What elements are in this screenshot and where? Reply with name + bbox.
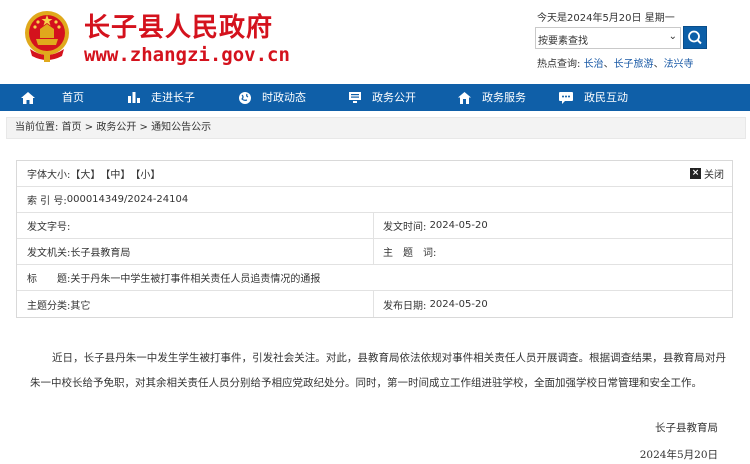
search-select-value: 按要素查找: [538, 36, 588, 47]
hot-link-changzhi[interactable]: 长治: [584, 59, 604, 70]
bar-chart-icon: [128, 92, 140, 103]
publish-date-value: 2024-05-20: [429, 298, 488, 310]
doc-time-cell: 发文时间: 2024-05-20: [373, 213, 488, 238]
site-header: 长子县人民政府 www.zhangzi.gov.cn 今天是2024年5月20日…: [0, 0, 750, 84]
breadcrumb-home[interactable]: 首页: [62, 122, 82, 133]
doc-no-row: 发文字号: 发文时间: 2024-05-20: [17, 213, 732, 239]
site-title[interactable]: 长子县人民政府: [84, 13, 273, 43]
hot-search: 热点查询: 长治、长子旅游、法兴寺: [537, 59, 694, 70]
nav-item-about[interactable]: 走进长子: [105, 84, 210, 111]
font-size-large[interactable]: 【大】: [70, 166, 100, 181]
national-emblem-icon: [25, 11, 69, 62]
title-label: 标 题:: [27, 274, 71, 285]
hot-link-faxingsi[interactable]: 法兴寺: [664, 59, 694, 70]
breadcrumb-prefix: 当前位置:: [15, 122, 59, 133]
hot-link-tourism[interactable]: 长子旅游: [614, 59, 654, 70]
font-size-control: 字体大小: 【大】 【中】 【小】: [17, 161, 160, 186]
nav-item-interaction[interactable]: 政民互动: [528, 84, 668, 111]
doc-time-value: 2024-05-20: [429, 220, 488, 231]
document-info-table: 字体大小: 【大】 【中】 【小】 × 关闭 索 引 号: 000014349/…: [16, 160, 733, 318]
nav-label-about: 走进长子: [151, 91, 195, 104]
category-row: 主题分类: 其它 发布日期: 2024-05-20: [17, 291, 732, 317]
nav-item-open-gov[interactable]: 政务公开: [315, 84, 421, 111]
chat-icon: [559, 91, 573, 104]
nav-label-services: 政务服务: [482, 91, 526, 104]
nav-label-interaction: 政民互动: [584, 91, 628, 104]
category-cell: 主题分类: 其它: [17, 291, 90, 317]
category-label: 主题分类:: [27, 300, 71, 312]
font-size-small[interactable]: 【小】: [130, 166, 160, 181]
search-icon: [688, 30, 702, 45]
doc-time-label: 发文时间:: [383, 222, 427, 233]
font-size-row: 字体大小: 【大】 【中】 【小】 × 关闭: [17, 161, 732, 187]
globe-icon: [239, 91, 251, 104]
issuer-value: 长子县教育局: [70, 248, 131, 259]
hot-search-label: 热点查询:: [537, 59, 581, 70]
title-row: 标 题: 关于丹朱一中学生被打事件相关责任人员追责情况的通报: [17, 265, 732, 291]
search-select[interactable]: 按要素查找 ⌄: [535, 27, 681, 49]
breadcrumb-separator: >: [139, 122, 148, 133]
index-cell: 索 引 号: 000014349/2024-24104: [17, 187, 188, 212]
current-date: 今天是2024年5月20日 星期一: [537, 13, 675, 24]
home-icon: [21, 91, 35, 104]
nav-label-open-gov: 政务公开: [372, 91, 416, 104]
nav-item-services[interactable]: 政务服务: [421, 84, 528, 111]
font-size-medium[interactable]: 【中】: [100, 166, 130, 181]
nav-label-home: 首页: [62, 91, 84, 104]
doc-no-label: 发文字号:: [27, 222, 71, 233]
breadcrumb-open-gov[interactable]: 政务公开: [96, 122, 136, 133]
title-cell: 标 题: 关于丹朱一中学生被打事件相关责任人员追责情况的通报: [17, 265, 320, 290]
article-date: 2024年5月20日: [639, 449, 718, 461]
article-body: 近日，长子县丹朱一中发生学生被打事件，引发社会关注。对此，县教育局依法依规对事件…: [30, 352, 726, 389]
index-label: 索 引 号:: [27, 196, 67, 207]
chevron-down-icon: ⌄: [668, 31, 677, 42]
subject-label: 主 题 词:: [383, 248, 437, 259]
index-row: 索 引 号: 000014349/2024-24104: [17, 187, 732, 213]
search-button[interactable]: [683, 26, 707, 49]
breadcrumb-notices[interactable]: 通知公告公示: [151, 122, 211, 133]
nav-item-news[interactable]: 时政动态: [210, 84, 315, 111]
nav-item-home[interactable]: 首页: [0, 84, 105, 111]
publish-date-cell: 发布日期: 2024-05-20: [373, 291, 488, 317]
issuer-row: 发文机关: 长子县教育局 主 题 词:: [17, 239, 732, 265]
site-url[interactable]: www.zhangzi.gov.cn: [84, 44, 290, 66]
doc-no-cell: 发文字号:: [17, 213, 70, 238]
issuer-cell: 发文机关: 长子县教育局: [17, 239, 130, 264]
close-button[interactable]: × 关闭: [690, 161, 724, 186]
main-nav: 首页 走进长子 时政动态 政务公开 政务服务 政民互动: [0, 84, 750, 111]
subject-cell: 主 题 词:: [373, 239, 436, 264]
font-size-label: 字体大小:: [27, 170, 71, 181]
article-signature: 长子县教育局: [655, 422, 718, 434]
monitor-icon: [349, 92, 361, 103]
close-icon: ×: [690, 168, 701, 179]
breadcrumb-separator: >: [84, 122, 94, 133]
issuer-label: 发文机关:: [27, 248, 71, 259]
index-value: 000014349/2024-24104: [66, 194, 189, 205]
category-value: 其它: [70, 300, 91, 312]
title-value: 关于丹朱一中学生被打事件相关责任人员追责情况的通报: [70, 274, 321, 285]
breadcrumb: 当前位置: 首页 > 政务公开 > 通知公告公示: [6, 117, 746, 139]
nav-label-news: 时政动态: [262, 91, 306, 104]
publish-date-label: 发布日期:: [383, 300, 427, 312]
close-label: 关闭: [704, 170, 724, 181]
house-icon: [458, 91, 471, 104]
